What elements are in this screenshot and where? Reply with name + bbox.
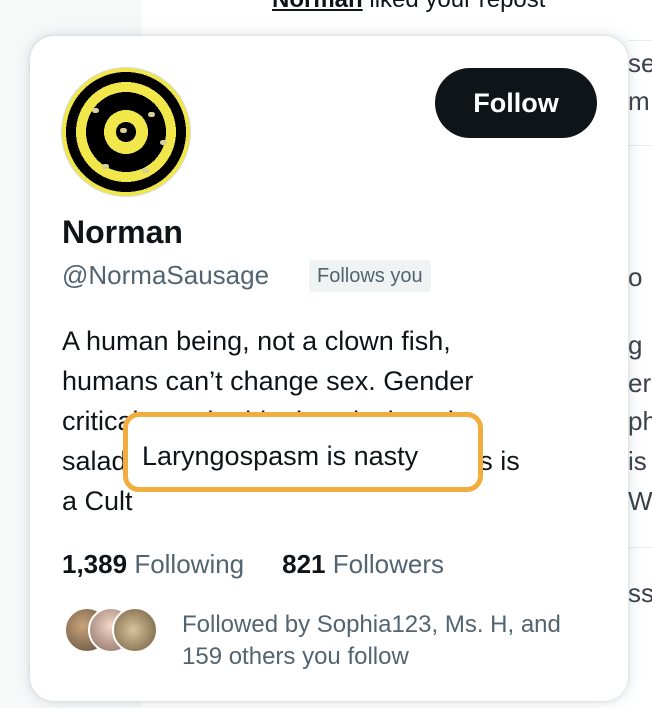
following-link[interactable]: 1,389 Following xyxy=(62,549,244,579)
following-count: 1,389 xyxy=(62,549,128,579)
feed-fragment: W xyxy=(628,486,652,516)
feed-fragment: is xyxy=(628,446,647,476)
feed-fragment: ss xyxy=(628,578,652,608)
feed-fragment: er xyxy=(628,368,652,398)
follows-you-badge: Follows you xyxy=(309,260,431,292)
followers-link[interactable]: 821 Followers xyxy=(282,549,444,579)
notification-text[interactable]: Norman liked your repost xyxy=(272,0,545,14)
feed-fragment: g xyxy=(628,330,643,360)
following-label: Following xyxy=(134,549,245,579)
feed-divider xyxy=(628,145,652,146)
follow-stats: 1,389 Following 821 Followers xyxy=(62,549,444,580)
feed-fragment: m xyxy=(628,86,650,116)
bio-line: A human being, not a clown fish, xyxy=(62,326,451,356)
feed-fragment: ph xyxy=(628,406,652,436)
highlighted-bio-text: Laryngospasm is nasty xyxy=(142,441,419,471)
mutual-followers-avatars[interactable] xyxy=(64,607,158,653)
avatar[interactable] xyxy=(61,67,191,197)
followed-by-text[interactable]: Followed by Sophia123, Ms. H, and 159 ot… xyxy=(182,609,602,673)
feed-divider xyxy=(628,547,652,548)
profile-hover-card: Follow Norman @NormaSausage Follows you … xyxy=(30,36,628,701)
display-name[interactable]: Norman xyxy=(62,214,183,251)
avatar xyxy=(112,607,158,653)
follow-button[interactable]: Follow xyxy=(435,68,597,138)
bio-line: humans can’t change sex. Gender xyxy=(62,366,474,396)
feed-fragment: o xyxy=(628,262,643,292)
feed-divider xyxy=(628,40,652,41)
followers-label: Followers xyxy=(332,549,445,579)
feed-fragment: se xyxy=(628,48,652,78)
followers-count: 821 xyxy=(282,549,326,579)
user-handle[interactable]: @NormaSausage xyxy=(62,260,269,291)
